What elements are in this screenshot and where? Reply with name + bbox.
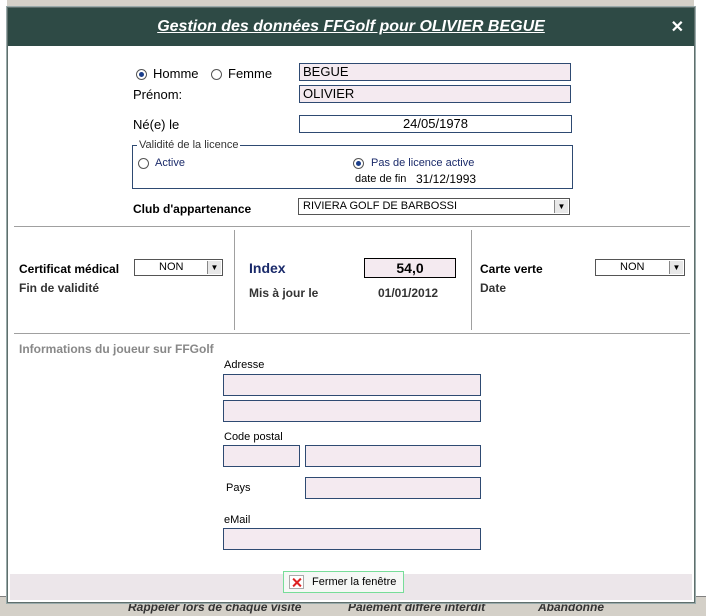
section-divider-top (14, 226, 690, 227)
index-updated-label: Mis à jour le (249, 286, 319, 300)
address-label: Adresse (224, 359, 265, 371)
gender-male-label: Homme (153, 66, 199, 81)
city-field[interactable] (305, 445, 481, 467)
address-line2-field[interactable] (223, 400, 481, 422)
index-updated-date: 01/01/2012 (378, 286, 439, 300)
licence-validity-legend: Validité de la licence (137, 139, 241, 151)
background-left-edge (0, 0, 7, 596)
chevron-down-icon[interactable]: ▼ (669, 261, 683, 274)
licence-end-date-label: date de fin (355, 173, 407, 185)
green-card-value: NON (620, 261, 645, 273)
club-select-value: RIVIERA GOLF DE BARBOSSI (303, 200, 458, 212)
email-label: eMail (224, 514, 251, 526)
club-select[interactable]: RIVIERA GOLF DE BARBOSSI ▼ (298, 198, 570, 215)
licence-end-date-value: 31/12/1993 (416, 172, 477, 186)
green-card-select[interactable]: NON ▼ (595, 259, 685, 276)
green-card-date-label: Date (480, 281, 507, 295)
medical-certificate-select[interactable]: NON ▼ (134, 259, 223, 276)
licence-none-radio[interactable] (353, 158, 364, 169)
gender-female-radio[interactable] (211, 69, 222, 80)
medical-certificate-value: NON (159, 261, 184, 273)
section-divider-bottom (14, 333, 690, 334)
postal-code-field[interactable] (223, 445, 300, 467)
licence-none-label: Pas de licence active (371, 157, 475, 169)
first-name-field[interactable]: OLIVIER (299, 85, 571, 103)
gender-female-label: Femme (228, 66, 273, 81)
dialog-titlebar: Gestion des données FFGolf pour OLIVIER … (8, 8, 694, 46)
first-name-label: Prénom: (133, 87, 183, 102)
close-window-button-label: Fermer la fenêtre (312, 576, 397, 588)
last-name-field[interactable]: BEGUE (299, 63, 571, 81)
birth-date-label: Né(e) le (133, 117, 180, 132)
close-icon[interactable]: ✕ (671, 17, 684, 37)
dialog-title: Gestion des données FFGolf pour OLIVIER … (157, 18, 545, 35)
background-right-edge (694, 0, 706, 596)
licence-validity-group (132, 145, 573, 189)
address-line1-field[interactable] (223, 374, 481, 396)
birth-date-field[interactable]: 24/05/1978 (299, 115, 572, 133)
country-field[interactable] (305, 477, 481, 499)
gender-male-radio[interactable] (136, 69, 147, 80)
player-info-title: Informations du joueur sur FFGolf (19, 342, 214, 356)
green-card-label: Carte verte (480, 262, 543, 276)
email-field[interactable] (223, 528, 481, 550)
close-icon (289, 575, 304, 589)
close-window-button[interactable]: Fermer la fenêtre (283, 571, 404, 593)
index-value: 54,0 (364, 258, 456, 278)
medical-validity-label: Fin de validité (19, 281, 100, 295)
chevron-down-icon[interactable]: ▼ (207, 261, 221, 274)
club-label: Club d'appartenance (133, 202, 252, 216)
ffgolf-dialog: Gestion des données FFGolf pour OLIVIER … (7, 7, 695, 603)
postal-code-label: Code postal (224, 431, 283, 443)
licence-active-radio[interactable] (138, 158, 149, 169)
index-label: Index (249, 260, 286, 276)
medical-certificate-label: Certificat médical (19, 262, 120, 276)
country-label: Pays (226, 482, 251, 494)
licence-active-label: Active (155, 157, 185, 169)
column-divider-right (471, 230, 472, 330)
chevron-down-icon[interactable]: ▼ (554, 200, 568, 213)
column-divider-left (234, 230, 235, 330)
